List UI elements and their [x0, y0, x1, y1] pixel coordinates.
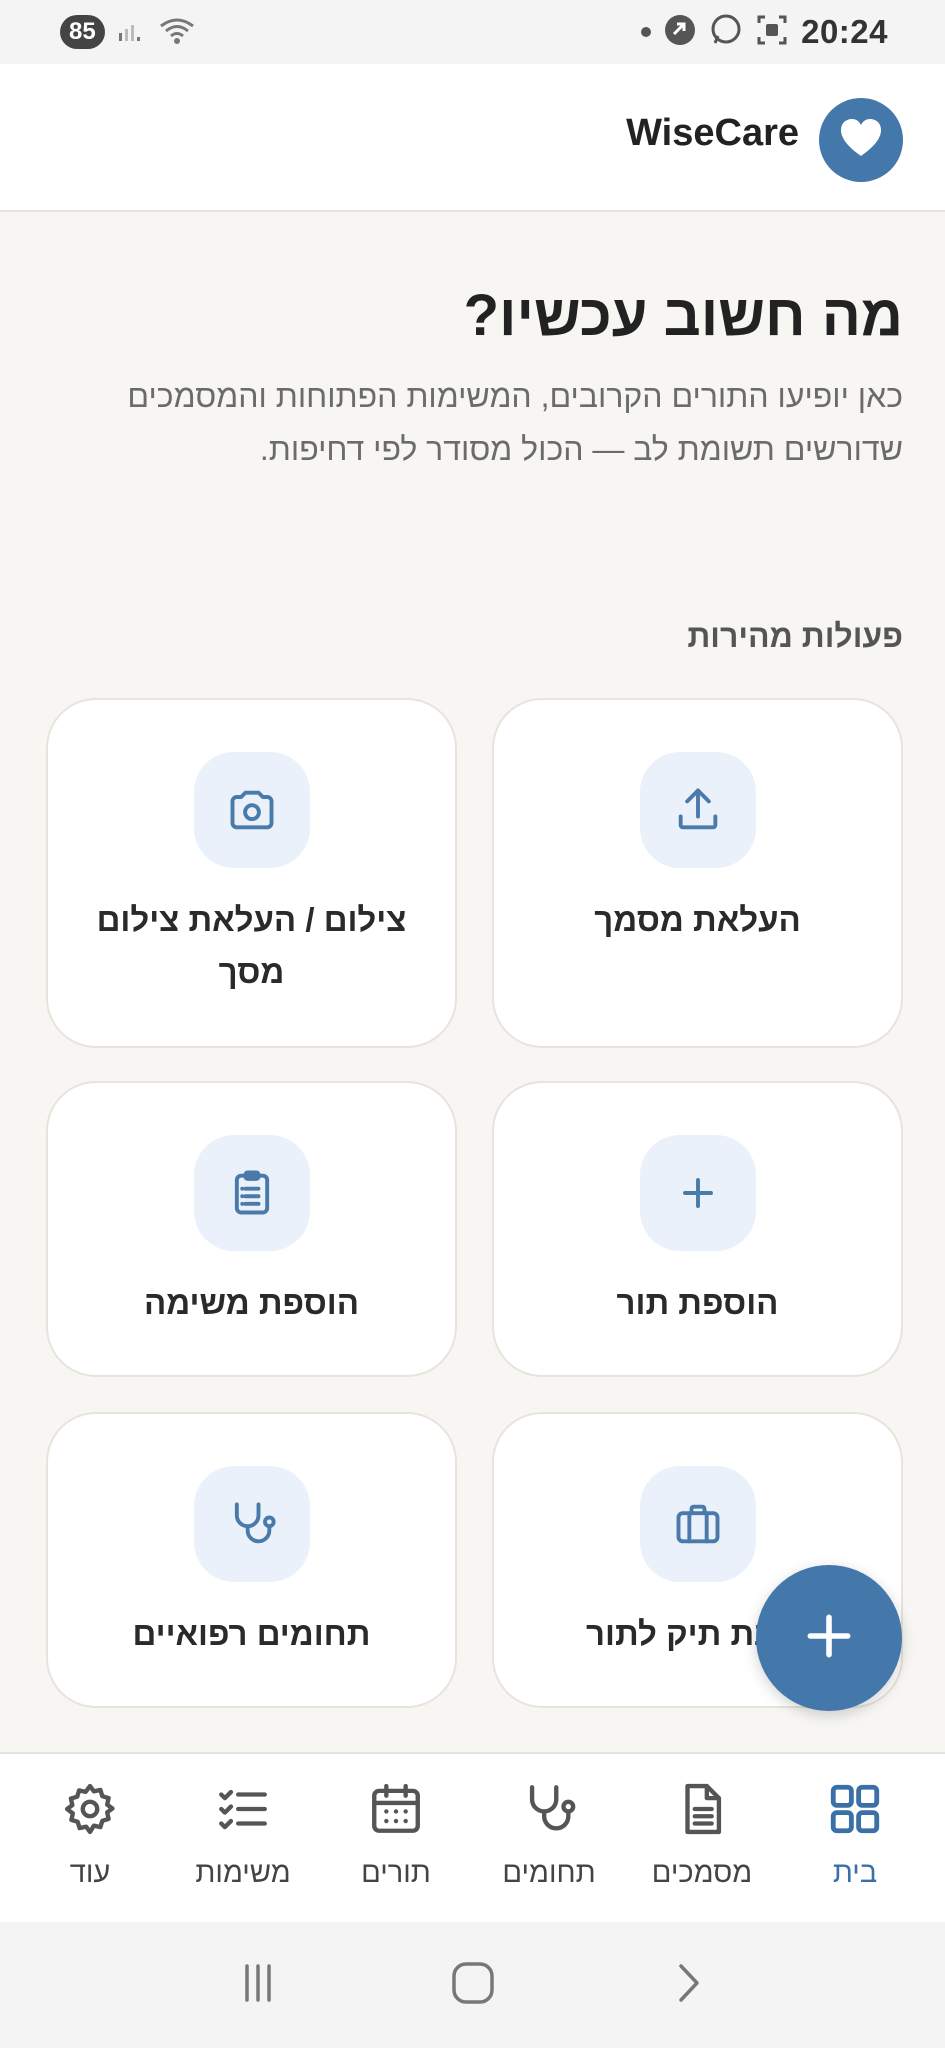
medical-fields-card[interactable]: תחומים רפואיים	[46, 1412, 457, 1708]
card-label: הוספת משימה	[143, 1284, 360, 1321]
screenshot-icon	[755, 13, 789, 52]
heart-icon	[839, 118, 883, 163]
bottom-navigation: בית מסמכים תחומים תורים משימות עוד	[0, 1752, 945, 1922]
nav-item-documents[interactable]: מסמכים	[626, 1754, 778, 1922]
app-notification-icon	[663, 13, 697, 52]
plus-icon	[801, 1608, 857, 1669]
stethoscope-icon	[193, 1466, 310, 1582]
clock: 20:24	[801, 13, 888, 50]
notification-dot-icon	[641, 27, 652, 37]
nav-label: בית	[832, 1857, 878, 1889]
add-appointment-card[interactable]: הוספת תור	[492, 1081, 903, 1377]
back-icon[interactable]	[663, 1958, 713, 2013]
stethoscope-icon	[520, 1780, 578, 1843]
nav-item-home[interactable]: בית	[779, 1754, 931, 1922]
nav-item-tasks[interactable]: משימות	[167, 1754, 319, 1922]
card-label: הוספת תור	[616, 1284, 779, 1321]
calendar-icon	[367, 1780, 425, 1843]
upload-icon	[639, 752, 756, 868]
screenshot-upload-card[interactable]: צילום / העלאת צילום מסך	[46, 698, 457, 1048]
nav-item-appointments[interactable]: תורים	[320, 1754, 472, 1922]
gear-icon	[61, 1780, 119, 1843]
add-task-card[interactable]: הוספת משימה	[46, 1081, 457, 1377]
nav-label: עוד	[69, 1857, 111, 1889]
status-left: 85	[60, 14, 197, 51]
app-title: WiseCare	[626, 112, 799, 154]
grid-icon	[826, 1780, 884, 1843]
nav-item-fields[interactable]: תחומים	[473, 1754, 625, 1922]
whatsapp-icon	[709, 13, 743, 52]
add-fab-button[interactable]	[756, 1565, 902, 1711]
plus-icon	[639, 1135, 756, 1251]
card-label: צילום / העלאת צילום מסך	[96, 901, 407, 990]
home-screen: 85 20:24 WiseCare מה חשוב עכשיו? כאן יופ…	[0, 0, 945, 2048]
page-headline: מה חשוב עכשיו?	[463, 283, 903, 348]
card-label: העלאת מסמך	[594, 901, 801, 938]
recent-apps-icon[interactable]	[233, 1958, 283, 2013]
quick-actions-title: פעולות מהירות	[687, 618, 903, 654]
briefcase-icon	[639, 1466, 756, 1582]
app-header: WiseCare	[0, 64, 945, 212]
app-logo[interactable]	[819, 98, 903, 182]
home-icon[interactable]	[448, 1958, 498, 2013]
clipboard-icon	[193, 1135, 310, 1251]
signal-icon	[117, 17, 145, 48]
nav-item-more[interactable]: עוד	[14, 1754, 166, 1922]
system-navigation-bar	[0, 1922, 945, 2048]
checklist-icon	[214, 1780, 272, 1843]
nav-label: משימות	[195, 1857, 291, 1889]
nav-label: תחומים	[502, 1857, 596, 1889]
status-bar: 85 20:24	[0, 0, 945, 64]
wifi-icon	[157, 14, 197, 51]
battery-badge: 85	[60, 15, 105, 49]
document-icon	[673, 1780, 731, 1843]
status-right: 20:24	[641, 13, 888, 52]
nav-label: תורים	[361, 1857, 431, 1889]
upload-document-card[interactable]: העלאת מסמך	[492, 698, 903, 1048]
card-label: תחומים רפואיים	[132, 1615, 371, 1652]
camera-icon	[193, 752, 310, 868]
page-subtext: כאן יופיעו התורים הקרובים, המשימות הפתוח…	[127, 378, 903, 467]
nav-label: מסמכים	[651, 1857, 753, 1889]
